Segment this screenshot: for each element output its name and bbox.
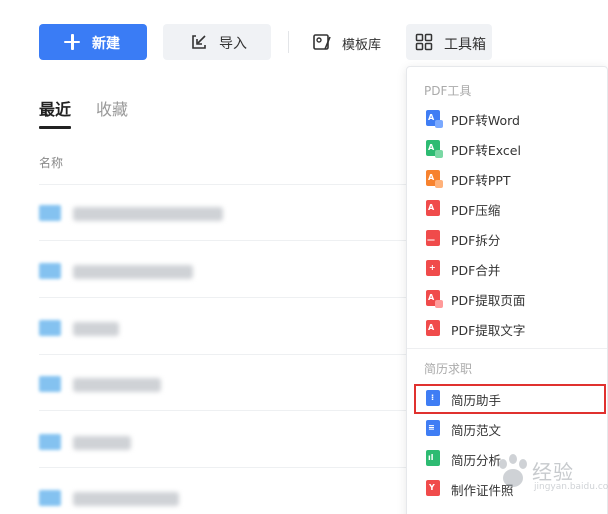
file-name-redacted: [73, 378, 161, 392]
file-name-redacted: [73, 492, 179, 506]
file-icon: [39, 376, 61, 392]
watermark-text: 经验: [532, 460, 574, 484]
menu-item-label: PDF转PPT: [451, 173, 511, 188]
file-name-redacted: [73, 322, 119, 336]
new-button[interactable]: 新建: [39, 24, 147, 60]
templates-button-label: 模板库: [342, 38, 382, 53]
menu-item-pdf-extract-pages[interactable]: A PDF提取页面: [407, 283, 607, 313]
list-divider: [39, 354, 409, 355]
file-icon: [39, 320, 61, 336]
menu-item-label: PDF合并: [451, 263, 501, 278]
template-icon: [312, 33, 332, 55]
file-name-redacted: [73, 265, 193, 279]
tab-recent[interactable]: 最近: [39, 96, 71, 120]
list-divider: [39, 410, 409, 411]
list-item[interactable]: [39, 201, 239, 225]
menu-item-pdf-extract-text[interactable]: A PDF提取文字: [407, 313, 607, 343]
menu-item-label: PDF压缩: [451, 203, 501, 218]
column-header-name: 名称: [39, 156, 64, 170]
list-item[interactable]: [39, 486, 239, 510]
list-divider: [39, 297, 409, 298]
menu-item-label: 简历范文: [451, 423, 502, 438]
resume-analysis-icon: ıl: [426, 450, 440, 466]
toolbox-button-label: 工具箱: [444, 37, 486, 53]
resume-samples-icon: ≡: [426, 420, 440, 436]
menu-item-pdf-to-excel[interactable]: A PDF转Excel: [407, 133, 607, 163]
pdf-merge-icon: +: [426, 260, 440, 276]
id-photo-icon: Y: [426, 480, 440, 496]
list-item[interactable]: [39, 259, 239, 283]
list-divider: [39, 467, 409, 468]
grid-icon: [415, 33, 433, 55]
new-button-label: 新建: [92, 36, 120, 52]
file-icon: [39, 205, 61, 221]
file-icon: [39, 263, 61, 279]
toolbar-divider: [288, 31, 289, 53]
group-title-resume: 简历求职: [424, 362, 473, 376]
menu-item-pdf-split[interactable]: — PDF拆分: [407, 223, 607, 253]
menu-item-pdf-merge[interactable]: + PDF合并: [407, 253, 607, 283]
menu-item-label: PDF转Word: [451, 113, 520, 128]
list-item[interactable]: [39, 430, 239, 454]
paw-icon: [499, 454, 527, 487]
group-title-pdf-tools: PDF工具: [424, 84, 472, 98]
pdf-to-ppt-icon: A: [426, 170, 443, 188]
pdf-extract-text-icon: A: [426, 320, 440, 336]
import-button[interactable]: 导入: [163, 24, 271, 60]
toolbox-button[interactable]: 工具箱: [406, 24, 492, 60]
menu-item-pdf-compress[interactable]: A PDF压缩: [407, 193, 607, 223]
pdf-extract-pages-icon: A: [426, 290, 443, 308]
import-icon: [190, 33, 208, 55]
menu-item-resume-samples[interactable]: ≡ 简历范文: [407, 413, 607, 443]
templates-button[interactable]: 模板库: [304, 24, 394, 60]
pdf-to-excel-icon: A: [426, 140, 443, 158]
menu-item-label: PDF拆分: [451, 233, 501, 248]
toolbox-dropdown: PDF工具 A PDF转Word A PDF转Excel A PDF转PPT A…: [406, 66, 608, 514]
file-name-redacted: [73, 436, 131, 450]
import-button-label: 导入: [219, 36, 247, 52]
watermark-url: jingyan.baidu.com: [534, 482, 608, 492]
pdf-to-word-icon: A: [426, 110, 443, 128]
pdf-compress-icon: A: [426, 200, 440, 216]
plus-icon: [63, 33, 81, 51]
file-name-redacted: [73, 207, 223, 221]
list-divider: [39, 184, 409, 185]
list-item[interactable]: [39, 372, 239, 396]
tab-favorites[interactable]: 收藏: [96, 96, 128, 120]
menu-item-pdf-to-word[interactable]: A PDF转Word: [407, 103, 607, 133]
list-divider: [39, 240, 409, 241]
highlight-box: [414, 384, 606, 414]
menu-item-label: PDF转Excel: [451, 143, 521, 158]
list-item[interactable]: [39, 316, 239, 340]
menu-item-pdf-to-ppt[interactable]: A PDF转PPT: [407, 163, 607, 193]
menu-item-label: PDF提取文字: [451, 323, 526, 338]
active-tab-indicator: [39, 126, 71, 129]
file-icon: [39, 434, 61, 450]
watermark: 经验 jingyan.baidu.com: [494, 450, 608, 496]
pdf-split-icon: —: [426, 230, 440, 246]
file-icon: [39, 490, 61, 506]
menu-divider: [407, 348, 607, 349]
menu-item-label: PDF提取页面: [451, 293, 526, 308]
